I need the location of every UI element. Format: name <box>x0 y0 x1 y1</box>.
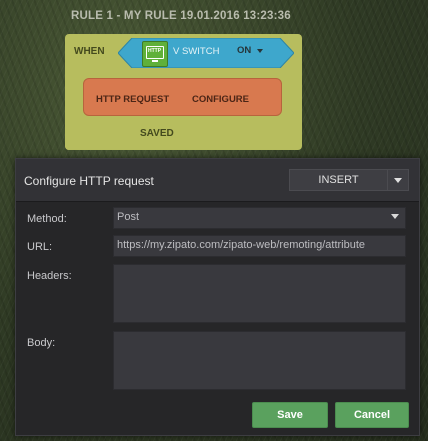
headers-label: Headers: <box>27 270 72 282</box>
http-request-label: HTTP REQUEST <box>96 94 170 105</box>
cancel-button[interactable]: Cancel <box>335 402 409 428</box>
url-label: URL: <box>27 241 53 253</box>
chevron-down-icon[interactable] <box>391 214 399 219</box>
method-label: Method: <box>27 213 67 225</box>
state-dropdown[interactable]: ON <box>237 45 251 56</box>
rule-title: RULE 1 - MY RULE 19.01.2016 13:23:36 <box>71 10 291 22</box>
chevron-down-icon[interactable] <box>257 49 263 53</box>
saved-status: SAVED <box>140 128 174 139</box>
http-device-icon: HTTP <box>142 41 168 67</box>
insert-button[interactable]: INSERT <box>289 169 388 191</box>
dialog-header: Configure HTTP request INSERT <box>16 159 419 202</box>
method-select[interactable]: Post <box>113 207 406 229</box>
configure-http-dialog: Configure HTTP request INSERT Method: Po… <box>15 158 420 436</box>
http-icon-text: HTTP <box>148 48 162 54</box>
save-button[interactable]: Save <box>252 402 328 428</box>
configure-link[interactable]: CONFIGURE <box>192 94 249 105</box>
body-label: Body: <box>27 337 56 349</box>
body-textarea[interactable] <box>113 331 406 390</box>
chevron-down-icon <box>394 178 402 183</box>
dialog-title: Configure HTTP request <box>24 174 154 188</box>
url-input[interactable]: https://my.zipato.com/zipato-web/remotin… <box>113 235 406 257</box>
headers-textarea[interactable] <box>113 264 406 323</box>
insert-dropdown-button[interactable] <box>387 169 409 191</box>
device-name: V SWITCH <box>173 46 220 57</box>
when-label: WHEN <box>74 46 105 57</box>
